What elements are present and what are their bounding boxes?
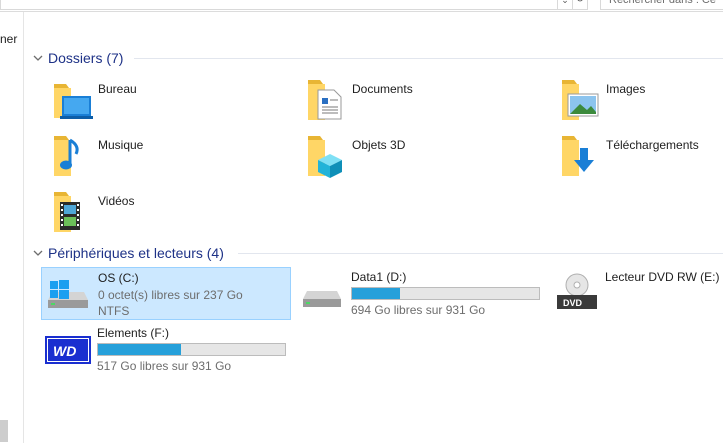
folder-musique[interactable]: Musique (46, 132, 143, 184)
drive-usage-fill (352, 288, 400, 299)
drive-dvd-e[interactable]: DVD Lecteur DVD RW (E:) (549, 267, 723, 319)
folder-label: Téléchargements (606, 138, 699, 152)
folder-objets-3d[interactable]: Objets 3D (300, 132, 405, 184)
folder-label: Musique (98, 138, 144, 152)
drive-free-space: 0 octet(s) libres sur 237 Go (98, 288, 243, 302)
folder-label: Bureau (98, 82, 137, 96)
desktop-folder-icon (46, 76, 94, 124)
folders-group-title: Dossiers (7) (48, 50, 124, 66)
music-folder-icon (46, 132, 94, 180)
drive-elements-f[interactable]: WD Elements (F:) 517 Go libres sur 931 G… (41, 323, 291, 375)
address-bar-strip: ⌄ ↻ Rechercher dans : Ce (0, 0, 723, 12)
folders-group-header[interactable]: Dossiers (7) (32, 50, 123, 66)
folder-label: Vidéos (98, 194, 135, 208)
address-history-dropdown[interactable]: ⌄ (557, 0, 573, 10)
drive-name: OS (C:) (98, 271, 139, 285)
group-divider (134, 58, 723, 59)
drive-os-c[interactable]: OS (C:) 0 octet(s) libres sur 237 Go NTF… (41, 267, 291, 320)
hard-drive-icon (295, 267, 347, 315)
folder-videos[interactable]: Vidéos (46, 188, 134, 240)
folder-label: Objets 3D (352, 138, 406, 152)
documents-folder-icon (300, 76, 348, 124)
chevron-down-icon: ⌄ (561, 0, 569, 5)
folder-documents[interactable]: Documents (300, 76, 413, 128)
refresh-icon: ↻ (576, 0, 584, 5)
folder-label: Documents (352, 82, 413, 96)
downloads-folder-icon (554, 132, 602, 180)
folder-images[interactable]: Images (554, 76, 645, 128)
drive-usage-bar (351, 287, 540, 300)
drive-name: Lecteur DVD RW (E:) (605, 270, 720, 284)
drive-data1-d[interactable]: Data1 (D:) 694 Go libres sur 931 Go (295, 267, 545, 319)
windows-drive-icon (42, 268, 94, 316)
nav-scrollbar-thumb[interactable] (0, 420, 8, 442)
drive-usage-fill (98, 344, 182, 355)
devices-group-header[interactable]: Périphériques et lecteurs (4) (32, 245, 224, 261)
nav-item-label[interactable]: ner (0, 32, 17, 46)
3d-objects-folder-icon (300, 132, 348, 180)
drive-filesystem: NTFS (98, 304, 130, 318)
videos-folder-icon (46, 188, 94, 236)
dvd-logo-text: DVD (563, 298, 583, 308)
address-bar[interactable] (0, 0, 560, 10)
drive-free-space: 517 Go libres sur 931 Go (97, 359, 232, 373)
folder-label: Images (606, 82, 646, 96)
drive-free-space: 694 Go libres sur 931 Go (351, 303, 486, 317)
wd-logo-text: WD (53, 343, 76, 359)
devices-group-title: Périphériques et lecteurs (4) (48, 245, 224, 261)
drive-usage-bar (97, 343, 286, 356)
dvd-drive-icon: DVD (549, 267, 601, 315)
pictures-folder-icon (554, 76, 602, 124)
chevron-down-icon[interactable] (32, 52, 44, 64)
chevron-down-icon[interactable] (32, 247, 44, 259)
drive-name: Elements (F:) (97, 326, 170, 340)
folder-bureau[interactable]: Bureau (46, 76, 137, 128)
search-input[interactable]: Rechercher dans : Ce (600, 0, 723, 10)
drive-name: Data1 (D:) (351, 270, 407, 284)
group-divider (238, 253, 723, 254)
navigation-pane[interactable]: ner (0, 12, 24, 443)
refresh-button[interactable]: ↻ (572, 0, 588, 10)
folder-telechargements[interactable]: Téléchargements (554, 132, 699, 184)
wd-drive-icon: WD (41, 323, 93, 371)
